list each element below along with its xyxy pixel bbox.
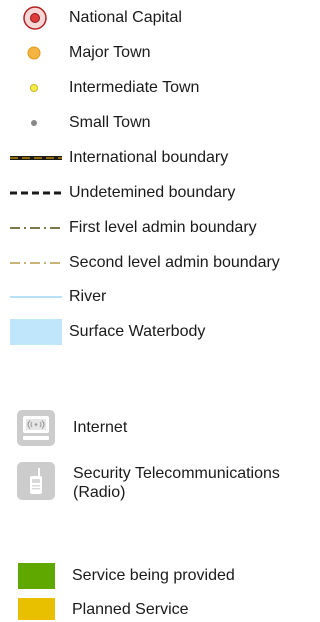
legend-label: Small Town [69,114,151,131]
second-level-admin-boundary-line [10,262,62,264]
legend-item-planned-service: Planned Service [0,596,310,622]
legend-label: River [69,288,107,305]
legend-label: Undetemined boundary [69,184,236,201]
legend-label: International boundary [69,149,229,166]
legend-item-undetermined-boundary: Undetemined boundary [0,178,310,208]
legend-item-surface-waterbody: Surface Waterbody [0,317,310,347]
legend-item-river: River [0,282,310,312]
legend-item-intermediate-town: Intermediate Town [0,73,310,103]
legend-item-first-level-admin-boundary: First level admin boundary [0,213,310,243]
radio-icon [17,462,55,500]
legend-item-major-town: Major Town [0,38,310,68]
river-line [10,296,62,298]
legend-label: Service being provided [72,567,235,584]
legend-item-security-telecommunications: Security Telecommunications (Radio) [0,462,310,502]
national-capital-symbol [23,6,47,30]
legend-label: Second level admin boundary [69,254,280,271]
undetermined-boundary-line [10,191,62,195]
major-town-symbol [27,46,41,60]
legend-label: Surface Waterbody [69,323,206,340]
service-provided-swatch [18,563,55,589]
legend-label: National Capital [69,9,182,26]
legend-label: Planned Service [72,601,189,618]
legend-item-national-capital: National Capital [0,3,310,33]
legend-label: First level admin boundary [69,219,257,236]
legend-label: Major Town [69,44,151,61]
legend-label: Internet [73,419,128,436]
small-town-symbol [31,120,37,126]
legend-item-small-town: Small Town [0,108,310,138]
planned-service-swatch [18,598,55,620]
legend-item-international-boundary: International boundary [0,143,310,173]
legend-item-service-being-provided: Service being provided [0,561,310,591]
legend-label: Intermediate Town [69,79,200,96]
surface-waterbody-swatch [10,319,62,345]
legend-item-second-level-admin-boundary: Second level admin boundary [0,248,310,278]
first-level-admin-boundary-line [10,227,62,229]
legend-item-internet: Internet [0,410,310,446]
international-boundary-line [10,156,62,160]
legend-label: Security Telecommunications (Radio) [73,465,280,501]
map-legend: { "legend": { "settlements": [ {"label":… [0,0,310,622]
intermediate-town-symbol [30,84,38,92]
internet-icon [17,410,55,446]
